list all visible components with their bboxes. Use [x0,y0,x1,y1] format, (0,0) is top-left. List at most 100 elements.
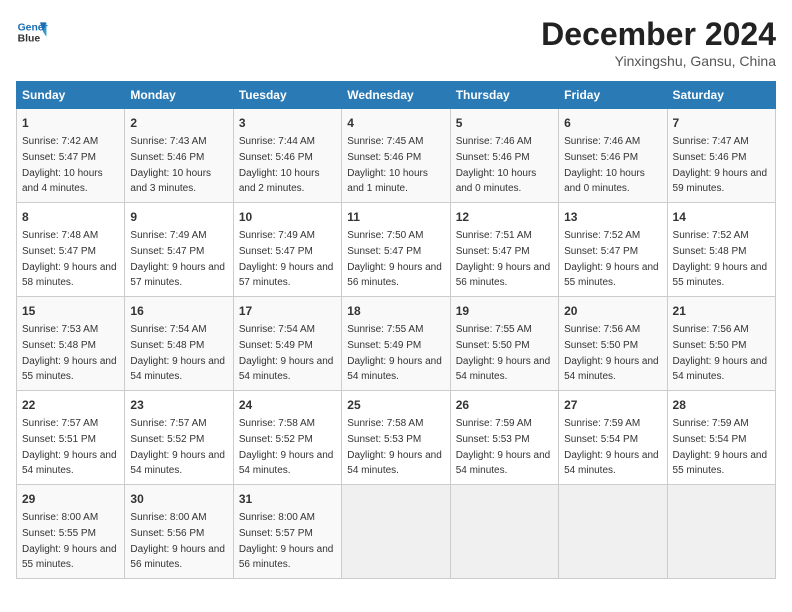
day-number: 3 [239,114,336,132]
day-info: Sunrise: 7:59 AMSunset: 5:53 PMDaylight:… [456,418,551,476]
day-number: 4 [347,114,444,132]
logo: General Blue [16,16,48,48]
day-info: Sunrise: 7:43 AMSunset: 5:46 PMDaylight:… [130,136,211,194]
day-info: Sunrise: 7:55 AMSunset: 5:49 PMDaylight:… [347,324,442,382]
calendar-week-row: 15 Sunrise: 7:53 AMSunset: 5:48 PMDayligh… [17,297,776,391]
day-info: Sunrise: 7:46 AMSunset: 5:46 PMDaylight:… [564,136,645,194]
day-info: Sunrise: 7:47 AMSunset: 5:46 PMDaylight:… [673,136,768,194]
day-number: 8 [22,208,119,226]
calendar-cell: 16 Sunrise: 7:54 AMSunset: 5:48 PMDayligh… [125,297,233,391]
calendar-cell [342,485,450,579]
weekday-header: Thursday [450,82,558,109]
calendar-cell: 22 Sunrise: 7:57 AMSunset: 5:51 PMDayligh… [17,391,125,485]
calendar-cell: 17 Sunrise: 7:54 AMSunset: 5:49 PMDayligh… [233,297,341,391]
calendar-cell: 23Sunrise: 7:57 AMSunset: 5:52 PMDayligh… [125,391,233,485]
calendar-cell: 29 Sunrise: 8:00 AMSunset: 5:55 PMDayligh… [17,485,125,579]
day-number: 18 [347,302,444,320]
day-number: 14 [673,208,770,226]
day-info: Sunrise: 7:57 AMSunset: 5:51 PMDaylight:… [22,418,117,476]
calendar-cell: 6Sunrise: 7:46 AMSunset: 5:46 PMDaylight… [559,109,667,203]
day-info: Sunrise: 7:46 AMSunset: 5:46 PMDaylight:… [456,136,537,194]
day-number: 21 [673,302,770,320]
weekday-header: Saturday [667,82,775,109]
day-info: Sunrise: 7:45 AMSunset: 5:46 PMDaylight:… [347,136,428,194]
calendar-table: SundayMondayTuesdayWednesdayThursdayFrid… [16,81,776,579]
calendar-cell: 26Sunrise: 7:59 AMSunset: 5:53 PMDayligh… [450,391,558,485]
day-info: Sunrise: 7:50 AMSunset: 5:47 PMDaylight:… [347,230,442,288]
weekday-header: Friday [559,82,667,109]
month-title: December 2024 [541,16,776,53]
calendar-week-row: 22 Sunrise: 7:57 AMSunset: 5:51 PMDayligh… [17,391,776,485]
weekday-header: Wednesday [342,82,450,109]
day-number: 27 [564,396,661,414]
day-info: Sunrise: 7:54 AMSunset: 5:49 PMDaylight:… [239,324,334,382]
calendar-cell: 24 Sunrise: 7:58 AMSunset: 5:52 PMDayligh… [233,391,341,485]
day-number: 17 [239,302,336,320]
day-number: 10 [239,208,336,226]
day-info: Sunrise: 7:54 AMSunset: 5:48 PMDaylight:… [130,324,225,382]
day-info: Sunrise: 7:44 AMSunset: 5:46 PMDaylight:… [239,136,320,194]
day-number: 24 [239,396,336,414]
calendar-cell: 30Sunrise: 8:00 AMSunset: 5:56 PMDayligh… [125,485,233,579]
day-info: Sunrise: 7:52 AMSunset: 5:47 PMDaylight:… [564,230,659,288]
calendar-cell: 19 Sunrise: 7:55 AMSunset: 5:50 PMDayligh… [450,297,558,391]
day-number: 25 [347,396,444,414]
calendar-cell: 8 Sunrise: 7:48 AMSunset: 5:47 PMDaylight… [17,203,125,297]
calendar-cell: 27 Sunrise: 7:59 AMSunset: 5:54 PMDayligh… [559,391,667,485]
calendar-week-row: 8 Sunrise: 7:48 AMSunset: 5:47 PMDaylight… [17,203,776,297]
day-info: Sunrise: 7:55 AMSunset: 5:50 PMDaylight:… [456,324,551,382]
day-info: Sunrise: 7:53 AMSunset: 5:48 PMDaylight:… [22,324,117,382]
day-info: Sunrise: 8:00 AMSunset: 5:56 PMDaylight:… [130,512,225,570]
day-info: Sunrise: 7:49 AMSunset: 5:47 PMDaylight:… [130,230,225,288]
calendar-cell: 21 Sunrise: 7:56 AMSunset: 5:50 PMDayligh… [667,297,775,391]
day-info: Sunrise: 7:56 AMSunset: 5:50 PMDaylight:… [673,324,768,382]
day-number: 31 [239,490,336,508]
calendar-cell [450,485,558,579]
calendar-cell: 3 Sunrise: 7:44 AMSunset: 5:46 PMDaylight… [233,109,341,203]
calendar-cell [559,485,667,579]
day-number: 7 [673,114,770,132]
day-info: Sunrise: 7:58 AMSunset: 5:52 PMDaylight:… [239,418,334,476]
day-number: 11 [347,208,444,226]
weekday-header: Tuesday [233,82,341,109]
day-number: 5 [456,114,553,132]
day-number: 2 [130,114,227,132]
day-number: 1 [22,114,119,132]
day-number: 29 [22,490,119,508]
logo-icon: General Blue [16,16,48,48]
day-info: Sunrise: 7:48 AMSunset: 5:47 PMDaylight:… [22,230,117,288]
day-number: 19 [456,302,553,320]
calendar-week-row: 1Sunrise: 7:42 AMSunset: 5:47 PMDaylight… [17,109,776,203]
weekday-header: Sunday [17,82,125,109]
calendar-cell: 7 Sunrise: 7:47 AMSunset: 5:46 PMDaylight… [667,109,775,203]
day-info: Sunrise: 7:49 AMSunset: 5:47 PMDaylight:… [239,230,334,288]
day-info: Sunrise: 7:58 AMSunset: 5:53 PMDaylight:… [347,418,442,476]
day-number: 12 [456,208,553,226]
day-number: 15 [22,302,119,320]
svg-text:Blue: Blue [18,34,41,45]
calendar-cell: 28 Sunrise: 7:59 AMSunset: 5:54 PMDayligh… [667,391,775,485]
day-info: Sunrise: 7:56 AMSunset: 5:50 PMDaylight:… [564,324,659,382]
day-info: Sunrise: 8:00 AMSunset: 5:57 PMDaylight:… [239,512,334,570]
calendar-cell: 2 Sunrise: 7:43 AMSunset: 5:46 PMDaylight… [125,109,233,203]
calendar-cell [667,485,775,579]
calendar-cell: 1Sunrise: 7:42 AMSunset: 5:47 PMDaylight… [17,109,125,203]
day-number: 28 [673,396,770,414]
calendar-cell: 25 Sunrise: 7:58 AMSunset: 5:53 PMDayligh… [342,391,450,485]
day-number: 16 [130,302,227,320]
calendar-cell: 31 Sunrise: 8:00 AMSunset: 5:57 PMDayligh… [233,485,341,579]
day-info: Sunrise: 8:00 AMSunset: 5:55 PMDaylight:… [22,512,117,570]
calendar-cell: 4 Sunrise: 7:45 AMSunset: 5:46 PMDaylight… [342,109,450,203]
calendar-week-row: 29 Sunrise: 8:00 AMSunset: 5:55 PMDayligh… [17,485,776,579]
day-number: 9 [130,208,227,226]
day-info: Sunrise: 7:59 AMSunset: 5:54 PMDaylight:… [564,418,659,476]
day-number: 22 [22,396,119,414]
calendar-cell: 20 Sunrise: 7:56 AMSunset: 5:50 PMDayligh… [559,297,667,391]
calendar-cell: 11 Sunrise: 7:50 AMSunset: 5:47 PMDayligh… [342,203,450,297]
weekday-header-row: SundayMondayTuesdayWednesdayThursdayFrid… [17,82,776,109]
calendar-cell: 15 Sunrise: 7:53 AMSunset: 5:48 PMDayligh… [17,297,125,391]
location: Yinxingshu, Gansu, China [541,53,776,69]
weekday-header: Monday [125,82,233,109]
day-info: Sunrise: 7:59 AMSunset: 5:54 PMDaylight:… [673,418,768,476]
day-number: 20 [564,302,661,320]
